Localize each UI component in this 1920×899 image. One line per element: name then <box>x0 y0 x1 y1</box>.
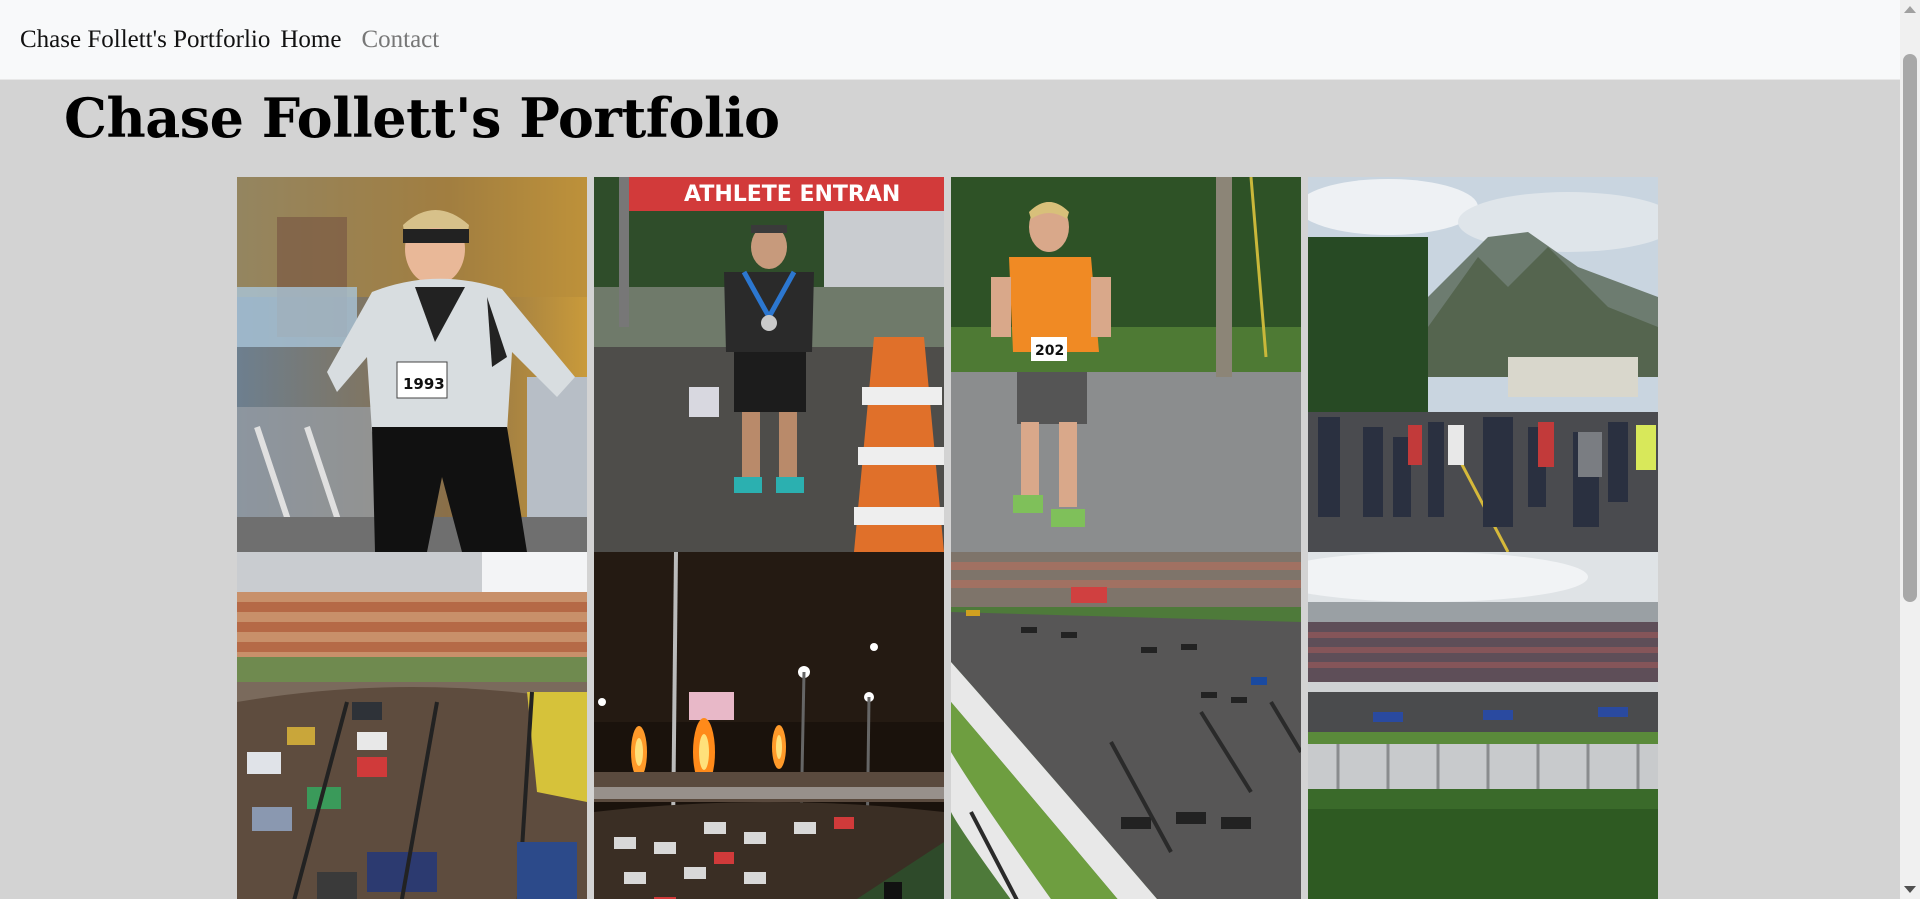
photo-image <box>594 552 944 899</box>
scroll-up-icon[interactable] <box>1904 6 1916 13</box>
scroll-thumb[interactable] <box>1903 54 1917 602</box>
photo-image <box>1308 177 1658 552</box>
vertical-scrollbar[interactable] <box>1900 0 1920 899</box>
nav-link-contact[interactable]: Contact <box>361 26 439 54</box>
photo-image: 1993 <box>237 177 587 552</box>
navbar-brand[interactable]: Chase Follett's Portforlio <box>20 26 270 54</box>
top-navbar: Chase Follett's Portforlio Home Contact <box>0 0 1900 80</box>
photo-image <box>1308 552 1658 899</box>
photo-gallery: 1993 ATHLETE ENTRAN 202 <box>237 177 1658 899</box>
gallery-photo-mountain-race[interactable] <box>1308 177 1658 552</box>
svg-text:ATHLETE ENTRAN: ATHLETE ENTRAN <box>684 182 900 207</box>
photo-image: 202 <box>951 177 1301 552</box>
nav-link-home[interactable]: Home <box>280 26 341 54</box>
page-title: Chase Follett's Portfolio <box>64 86 780 150</box>
svg-text:202: 202 <box>1035 343 1064 359</box>
scroll-down-icon[interactable] <box>1904 886 1916 893</box>
gallery-photo-night-race[interactable] <box>594 552 944 899</box>
gallery-photo-indycar-straight[interactable] <box>1308 552 1658 899</box>
gallery-photo-runner-orange[interactable]: 202 <box>951 177 1301 552</box>
svg-text:1993: 1993 <box>403 375 445 393</box>
photo-image <box>951 552 1301 899</box>
page: Chase Follett's Portforlio Home Contact … <box>0 0 1920 899</box>
gallery-photo-indycar-turn[interactable] <box>951 552 1301 899</box>
gallery-photo-truck-race[interactable] <box>237 552 587 899</box>
photo-image <box>237 552 587 899</box>
gallery-photo-finisher-medal[interactable]: ATHLETE ENTRAN <box>594 177 944 552</box>
photo-image: ATHLETE ENTRAN <box>594 177 944 552</box>
gallery-photo-runner-headband[interactable]: 1993 <box>237 177 587 552</box>
